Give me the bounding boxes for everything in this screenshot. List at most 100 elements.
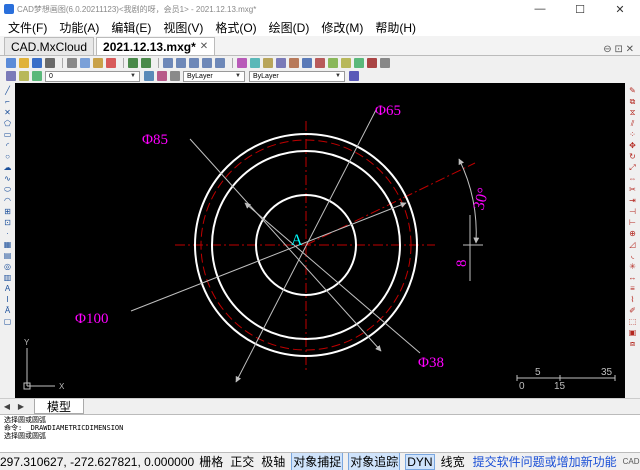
attribute-icon[interactable]: Ā bbox=[3, 306, 13, 315]
wipeout-icon[interactable]: ▢ bbox=[3, 317, 13, 326]
menu-draw[interactable]: 绘图(D) bbox=[269, 19, 310, 36]
menu-edit[interactable]: 编辑(E) bbox=[111, 19, 151, 36]
offset-icon[interactable]: ⫽ bbox=[628, 119, 638, 128]
table-icon[interactable]: ▥ bbox=[3, 273, 13, 282]
rectangle-icon[interactable]: ▭ bbox=[3, 130, 13, 139]
ellipse-arc-icon[interactable]: ◠ bbox=[3, 196, 13, 205]
extend-icon[interactable]: ⇥ bbox=[628, 196, 638, 205]
menu-help[interactable]: 帮助(H) bbox=[375, 19, 416, 36]
circle-icon[interactable]: ○ bbox=[3, 152, 13, 161]
ortho-toggle[interactable]: 正交 bbox=[229, 453, 255, 470]
tool-palette-icon[interactable] bbox=[263, 58, 273, 68]
gradient-icon[interactable]: ▤ bbox=[3, 251, 13, 260]
scale-icon[interactable]: ⤢ bbox=[628, 163, 638, 172]
draw-order-icon[interactable]: ⧈ bbox=[628, 339, 638, 348]
arc-icon[interactable]: ◜ bbox=[3, 141, 13, 150]
match-properties-icon[interactable] bbox=[106, 58, 116, 68]
block-icon[interactable] bbox=[289, 58, 299, 68]
zoom-realtime-icon[interactable] bbox=[176, 58, 186, 68]
tab-drawing[interactable]: 2021.12.13.mxg* ✕ bbox=[96, 37, 216, 55]
multiline-text-icon[interactable]: A bbox=[3, 284, 13, 293]
layer-previous-icon[interactable] bbox=[157, 71, 167, 81]
dimension-style-icon[interactable] bbox=[341, 58, 351, 68]
align-icon[interactable]: ≡ bbox=[628, 284, 638, 293]
redo-icon[interactable] bbox=[141, 58, 151, 68]
fillet-icon[interactable]: ◟ bbox=[628, 251, 638, 260]
lengthen-icon[interactable]: ↔ bbox=[628, 273, 638, 282]
join-icon[interactable]: ⊕ bbox=[628, 229, 638, 238]
menu-view[interactable]: 视图(V) bbox=[163, 19, 203, 36]
pan-icon[interactable] bbox=[163, 58, 173, 68]
polyline-icon[interactable]: ⌐ bbox=[3, 97, 13, 106]
save-icon[interactable] bbox=[32, 58, 42, 68]
layer-match-icon[interactable] bbox=[170, 71, 180, 81]
drawing-svg[interactable]: Φ85 Φ65 Φ100 Φ38 30° 8 A X Y 5 35 0 15 bbox=[15, 83, 625, 398]
ellipse-icon[interactable]: ⬭ bbox=[3, 185, 13, 194]
region-icon[interactable]: ◎ bbox=[3, 262, 13, 271]
explode-icon[interactable]: ✳ bbox=[628, 262, 638, 271]
text-icon[interactable]: I bbox=[3, 295, 13, 304]
minimize-button[interactable]: — bbox=[520, 3, 560, 16]
menu-format[interactable]: 格式(O) bbox=[215, 19, 256, 36]
construction-line-icon[interactable]: ✕ bbox=[3, 108, 13, 117]
calculator-icon[interactable] bbox=[315, 58, 325, 68]
color-select[interactable]: ByLayer ▼ bbox=[183, 70, 245, 82]
menu-file[interactable]: 文件(F) bbox=[8, 19, 47, 36]
cut-icon[interactable] bbox=[67, 58, 77, 68]
lineweight-icon[interactable] bbox=[349, 71, 359, 81]
polar-toggle[interactable]: 极轴 bbox=[260, 453, 286, 470]
move-icon[interactable]: ✥ bbox=[628, 141, 638, 150]
break-icon[interactable]: ⊢ bbox=[628, 218, 638, 227]
tab-model[interactable]: 模型 bbox=[34, 399, 85, 414]
dyn-toggle[interactable]: DYN bbox=[405, 453, 435, 470]
chamfer-icon[interactable]: ◿ bbox=[628, 240, 638, 249]
object-snap-toggle[interactable]: 对象捕捉 bbox=[291, 453, 344, 470]
open-file-icon[interactable] bbox=[19, 58, 29, 68]
linetype-select[interactable]: ByLayer ▼ bbox=[249, 70, 345, 82]
command-window[interactable]: 选择圆或圆弧 命令: _DRAWDIAMETRICDIMENSION 选择圆或圆… bbox=[0, 414, 640, 452]
layer-manager-icon[interactable] bbox=[276, 58, 286, 68]
spline-icon[interactable]: ∿ bbox=[3, 174, 13, 183]
text-style-icon[interactable] bbox=[328, 58, 338, 68]
layout-prev-button[interactable]: ◀ bbox=[0, 402, 14, 411]
plot-style-icon[interactable] bbox=[354, 58, 364, 68]
trim-icon[interactable]: ✂ bbox=[628, 185, 638, 194]
feedback-link[interactable]: 提交软件问题或增加新功能 bbox=[473, 453, 617, 470]
array-icon[interactable]: ⁘ bbox=[628, 130, 638, 139]
rotate-icon[interactable]: ↻ bbox=[628, 152, 638, 161]
pdf-icon[interactable] bbox=[367, 58, 377, 68]
point-icon[interactable]: · bbox=[3, 229, 13, 238]
layer-state-icon[interactable] bbox=[19, 71, 29, 81]
tab-bar-controls[interactable]: ⊖ ⊡ ✕ bbox=[603, 44, 634, 55]
layer-isolate-icon[interactable] bbox=[32, 71, 42, 81]
zoom-extents-icon[interactable] bbox=[215, 58, 225, 68]
copy-object-icon[interactable]: ⧉ bbox=[628, 97, 638, 106]
menu-modify[interactable]: 修改(M) bbox=[321, 19, 363, 36]
properties-icon[interactable] bbox=[237, 58, 247, 68]
edit-polyline-icon[interactable]: ⌇ bbox=[628, 295, 638, 304]
lineweight-toggle[interactable]: 线宽 bbox=[440, 453, 466, 470]
object-tracking-toggle[interactable]: 对象追踪 bbox=[348, 453, 401, 470]
layer-select[interactable]: 0 ▼ bbox=[45, 70, 140, 82]
measure-icon[interactable] bbox=[302, 58, 312, 68]
paste-icon[interactable] bbox=[93, 58, 103, 68]
polygon-icon[interactable]: ⬠ bbox=[3, 119, 13, 128]
properties-match-icon[interactable]: ⬚ bbox=[628, 317, 638, 326]
group-icon[interactable]: ▣ bbox=[628, 328, 638, 337]
grid-toggle[interactable]: 栅格 bbox=[198, 453, 224, 470]
break-at-point-icon[interactable]: ⊣ bbox=[628, 207, 638, 216]
edit-text-icon[interactable]: ✐ bbox=[628, 306, 638, 315]
revision-cloud-icon[interactable]: ☁ bbox=[3, 163, 13, 172]
erase-icon[interactable]: ✎ bbox=[628, 86, 638, 95]
menu-function[interactable]: 功能(A) bbox=[59, 19, 99, 36]
drawing-canvas[interactable]: Φ85 Φ65 Φ100 Φ38 30° 8 A X Y 5 35 0 15 bbox=[15, 83, 625, 398]
zoom-previous-icon[interactable] bbox=[202, 58, 212, 68]
stretch-icon[interactable]: ⇔ bbox=[628, 174, 638, 183]
layout-next-button[interactable]: ▶ bbox=[14, 402, 28, 411]
design-center-icon[interactable] bbox=[250, 58, 260, 68]
make-current-icon[interactable] bbox=[144, 71, 154, 81]
undo-icon[interactable] bbox=[128, 58, 138, 68]
maximize-button[interactable]: ☐ bbox=[560, 3, 600, 16]
new-file-icon[interactable] bbox=[6, 58, 16, 68]
tab-cad-mxcloud[interactable]: CAD.MxCloud bbox=[4, 37, 95, 55]
